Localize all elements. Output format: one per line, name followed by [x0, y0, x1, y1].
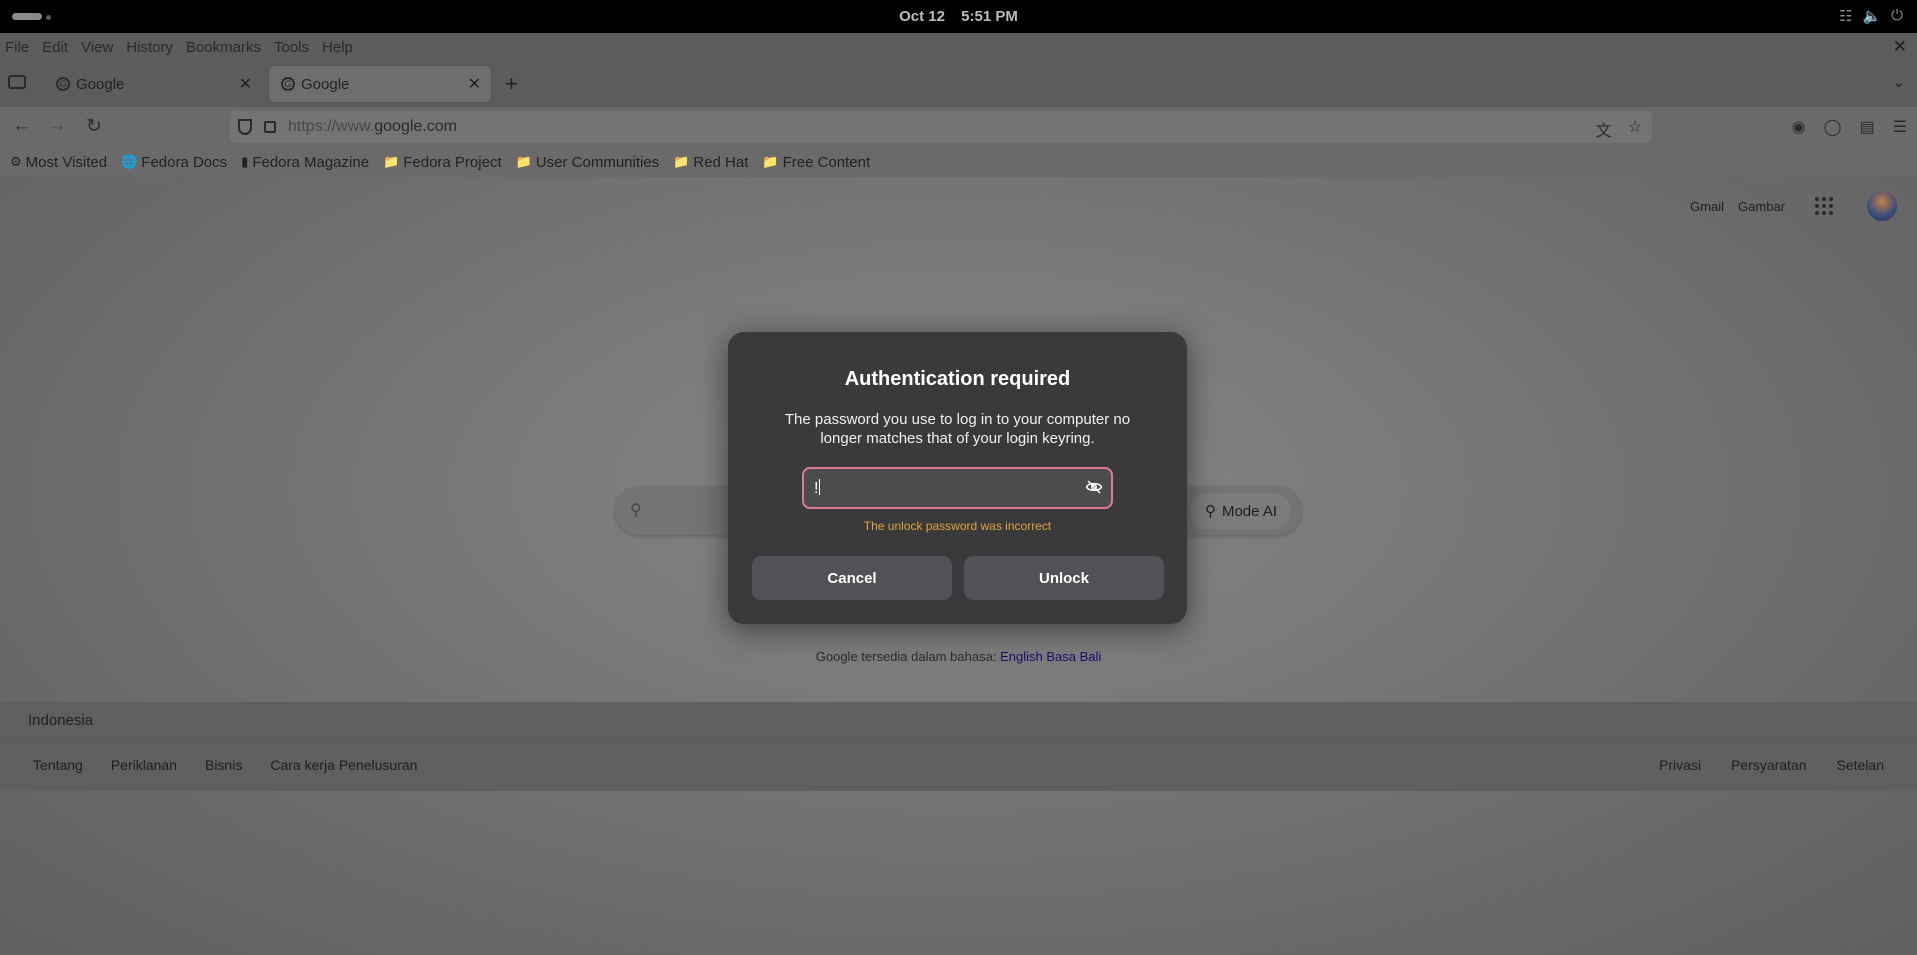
- bookmark-fedora-project[interactable]: 📁 Fedora Project: [383, 154, 502, 171]
- bookmark-fedora-magazine[interactable]: ▮ Fedora Magazine: [241, 154, 369, 171]
- ai-search-icon: ⚲: [1204, 503, 1216, 520]
- footer-link-privacy[interactable]: Privasi: [1659, 757, 1701, 773]
- back-arrow-icon[interactable]: ←: [12, 115, 31, 137]
- forward-arrow-icon[interactable]: →: [48, 115, 67, 137]
- bookmark-icon: ▮: [241, 154, 249, 169]
- menu-edit[interactable]: Edit: [42, 39, 68, 56]
- volume-icon: 🔈: [1862, 8, 1882, 25]
- account-icon[interactable]: ◯: [1824, 117, 1842, 137]
- unlock-button[interactable]: Unlock: [964, 556, 1164, 600]
- footer-link-how-search-works[interactable]: Cara kerja Penelusuran: [270, 757, 417, 773]
- cancel-button[interactable]: Cancel: [752, 556, 952, 600]
- menu-file[interactable]: File: [5, 39, 29, 56]
- bookmark-free-content[interactable]: 📁 Free Content: [762, 154, 870, 171]
- authentication-dialog: Authentication required The password you…: [728, 332, 1187, 624]
- bookmarks-toolbar: ⚙ Most Visited 🌐 Fedora Docs ▮ Fedora Magaz…: [0, 147, 1917, 177]
- system-tray[interactable]: ☷ 🔈 ⏻: [1839, 7, 1903, 25]
- menu-help[interactable]: Help: [322, 39, 353, 56]
- list-tabs-chevron-icon[interactable]: ⌄: [1892, 73, 1905, 91]
- bookmark-fedora-docs[interactable]: 🌐 Fedora Docs: [121, 154, 227, 171]
- system-top-bar: Oct 12 5:51 PM ☷ 🔈 ⏻: [0, 0, 1917, 33]
- pocket-icon[interactable]: ◉: [1792, 117, 1806, 137]
- tab-title: Google: [301, 75, 350, 93]
- gmail-link[interactable]: Gmail: [1690, 199, 1724, 214]
- mode-ai-button[interactable]: ⚲ Mode AI: [1190, 493, 1291, 529]
- google-favicon-icon: G: [281, 77, 295, 91]
- folder-icon: 📁: [515, 154, 532, 169]
- images-link[interactable]: Gambar: [1738, 199, 1785, 214]
- clock-time: 5:51 PM: [961, 8, 1018, 25]
- tab-google-1[interactable]: G Google ✕: [44, 66, 262, 102]
- hide-password-icon[interactable]: [1085, 478, 1103, 496]
- reload-icon[interactable]: ↻: [86, 115, 102, 138]
- footer-link-terms[interactable]: Persyaratan: [1731, 757, 1806, 773]
- power-icon: ⏻: [1891, 7, 1903, 24]
- lang-link-english[interactable]: English: [1000, 649, 1043, 664]
- language-offer: Google tersedia dalam bahasa: English Ba…: [815, 649, 1102, 664]
- menu-tools[interactable]: Tools: [274, 39, 309, 56]
- bookmark-user-communities[interactable]: 📁 User Communities: [516, 154, 660, 171]
- password-field[interactable]: !: [802, 467, 1113, 509]
- close-tab-icon[interactable]: ✕: [468, 74, 481, 94]
- url-text[interactable]: https://www.google.com: [288, 118, 457, 136]
- tab-bar: G Google ✕ G Google ✕ + ⌄: [0, 61, 1917, 107]
- menu-view[interactable]: View: [81, 39, 113, 56]
- gear-icon: ⚙: [10, 154, 22, 169]
- clock[interactable]: Oct 12 5:51 PM: [0, 8, 1917, 25]
- footer-link-business[interactable]: Bisnis: [205, 757, 242, 773]
- folder-icon: 📁: [673, 154, 690, 169]
- close-window-icon[interactable]: ✕: [1893, 37, 1907, 57]
- search-icon: ⚲: [630, 502, 642, 519]
- globe-icon: 🌐: [121, 154, 138, 169]
- menu-bookmarks[interactable]: Bookmarks: [186, 39, 261, 56]
- network-icon: ☷: [1838, 8, 1853, 25]
- country-label: Indonesia: [0, 702, 1917, 742]
- footer-link-about[interactable]: Tentang: [33, 757, 83, 773]
- folder-icon: 📁: [383, 154, 400, 169]
- close-tab-icon[interactable]: ✕: [239, 74, 252, 94]
- dialog-message: The password you use to log in to your c…: [784, 411, 1131, 447]
- google-header: Gmail Gambar: [1690, 191, 1897, 221]
- error-message: The unlock password was incorrect: [863, 519, 1052, 533]
- apps-grid-icon[interactable]: [1815, 197, 1833, 215]
- lock-icon[interactable]: [264, 121, 276, 133]
- footer-link-advertising[interactable]: Periklanan: [111, 757, 177, 773]
- page-footer: Tentang Periklanan Bisnis Cara kerja Pen…: [0, 742, 1917, 791]
- bookmark-star-icon[interactable]: ☆: [1628, 117, 1642, 141]
- tab-title: Google: [76, 75, 125, 93]
- hamburger-menu-icon[interactable]: ☰: [1893, 117, 1907, 137]
- tab-google-2[interactable]: G Google ✕: [269, 66, 491, 102]
- bookmark-most-visited[interactable]: ⚙ Most Visited: [10, 154, 107, 171]
- navigation-toolbar: ← → ↻ https://www.google.com 文 ☆ ◉ ◯ ▤ ☰: [0, 107, 1917, 147]
- lang-link-balinese[interactable]: Basa Bali: [1046, 649, 1101, 664]
- firefox-view-icon[interactable]: [8, 75, 26, 89]
- password-value: !: [814, 479, 821, 497]
- menu-bar: File Edit View History Bookmarks Tools H…: [0, 33, 1917, 61]
- clock-date: Oct 12: [899, 8, 945, 25]
- tracking-shield-icon[interactable]: [238, 119, 252, 135]
- translate-icon[interactable]: 文: [1596, 117, 1612, 141]
- folder-icon: 📁: [762, 154, 779, 169]
- google-favicon-icon: G: [56, 77, 70, 91]
- address-bar[interactable]: https://www.google.com 文 ☆: [230, 111, 1652, 143]
- new-tab-icon[interactable]: +: [505, 71, 518, 97]
- avatar[interactable]: [1867, 191, 1897, 221]
- extensions-icon[interactable]: ▤: [1860, 117, 1875, 137]
- bookmark-red-hat[interactable]: 📁 Red Hat: [673, 154, 748, 171]
- menu-history[interactable]: History: [126, 39, 173, 56]
- dialog-title: Authentication required: [844, 368, 1071, 390]
- footer-link-settings[interactable]: Setelan: [1837, 757, 1884, 773]
